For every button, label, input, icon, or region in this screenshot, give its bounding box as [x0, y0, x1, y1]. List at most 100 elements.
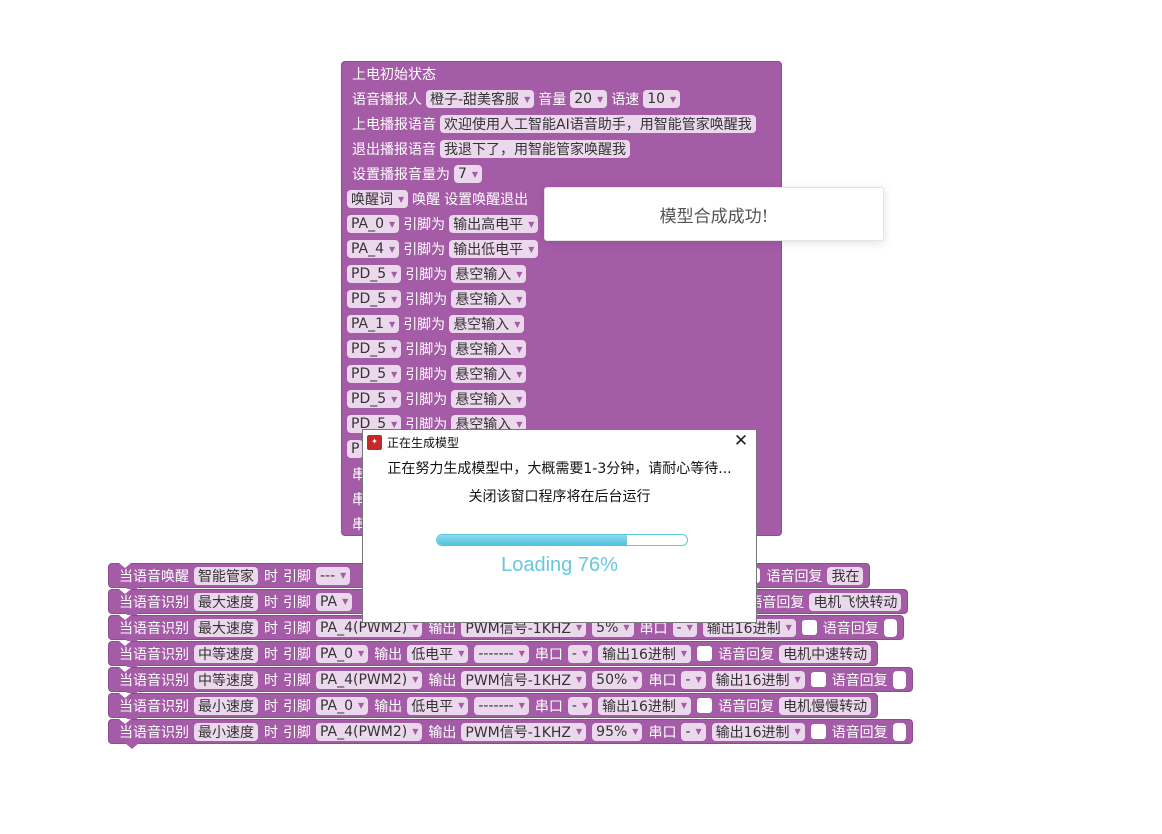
- wake-word-field[interactable]: 中等速度: [194, 670, 258, 689]
- reply-checkbox[interactable]: [810, 724, 826, 739]
- reply-text-field[interactable]: 电机飞快转动: [809, 592, 902, 611]
- serial-dropdown[interactable]: - ▼: [681, 722, 706, 741]
- pin-state-dropdown[interactable]: 输出低电平 ▼: [449, 240, 539, 258]
- wake-word-value: 唤醒词: [351, 192, 393, 208]
- caret-down-icon: ▼: [680, 701, 688, 710]
- event-strip[interactable]: 当语音识别 中等速度时引脚 PA_4(PWM2) ▼ 输出 PWM信号-1KHZ ▼ 50% ▼…: [108, 667, 913, 697]
- pin-dropdown[interactable]: PD_5 ▼: [347, 265, 402, 283]
- pin-dropdown-value: PA_0: [351, 216, 385, 232]
- reply-checkbox[interactable]: [810, 672, 826, 687]
- param-dropdown-value: 95%: [596, 723, 628, 740]
- caret-down-icon: ▼: [695, 675, 702, 684]
- power-on-text-field[interactable]: 欢迎使用人工智能AI语音助手，用智能管家唤醒我: [440, 115, 756, 133]
- caret-down-icon: ▼: [389, 244, 396, 254]
- reply-checkbox[interactable]: [801, 620, 817, 635]
- mode-dropdown[interactable]: PWM信号-1KHZ ▼: [461, 722, 587, 741]
- pin-dropdown[interactable]: PA_0 ▼: [347, 215, 400, 233]
- param-dropdown[interactable]: 95% ▼: [592, 722, 643, 741]
- param-dropdown[interactable]: 50% ▼: [592, 670, 643, 689]
- caret-down-icon: ▼: [412, 727, 419, 736]
- pin-dropdown[interactable]: PA_4(PWM2) ▼: [316, 670, 423, 689]
- mode-dropdown[interactable]: 低电平 ▼: [407, 696, 469, 715]
- reply-text-field[interactable]: [892, 670, 906, 689]
- set-volume-label: 设置播报音量为: [352, 167, 450, 183]
- caret-down-icon: ▼: [412, 675, 419, 684]
- caret-down-icon: ▼: [528, 244, 535, 254]
- format-dropdown[interactable]: 输出16进制 ▼: [711, 722, 805, 741]
- reply-label: 语音回复: [831, 724, 888, 741]
- serial-dropdown[interactable]: - ▼: [567, 696, 593, 715]
- exit-text-field[interactable]: 我退下了，用智能管家唤醒我: [440, 140, 630, 158]
- voice-value: 橙子-甜美客服: [430, 92, 520, 108]
- serial-label: 串口: [534, 646, 563, 663]
- serial-label: 串口: [534, 698, 563, 715]
- serial-dropdown[interactable]: - ▼: [681, 670, 706, 689]
- caret-down-icon: ▼: [695, 727, 702, 736]
- reply-checkbox[interactable]: [697, 646, 713, 661]
- pin-state-dropdown[interactable]: 悬空输入 ▼: [451, 340, 527, 358]
- output-label: 输出: [374, 646, 403, 663]
- format-dropdown[interactable]: 输出16进制 ▼: [598, 696, 692, 715]
- wake-word-field[interactable]: 最小速度: [194, 696, 258, 715]
- wake-word-field[interactable]: 最大速度: [194, 618, 258, 637]
- pin-state-dropdown[interactable]: 输出高电平 ▼: [449, 215, 539, 233]
- pin-state-dropdown[interactable]: 悬空输入 ▼: [451, 265, 527, 283]
- pin-dropdown[interactable]: PD_5 ▼: [347, 340, 402, 358]
- set-volume-dropdown[interactable]: 7 ▼: [454, 165, 483, 183]
- format-dropdown[interactable]: 输出16进制 ▼: [711, 670, 805, 689]
- wake-word-field[interactable]: 智能管家: [194, 566, 258, 585]
- init-title: 上电初始状态: [352, 67, 436, 83]
- reply-text-field[interactable]: 我在: [827, 566, 864, 585]
- reply-checkbox[interactable]: [697, 698, 713, 713]
- wake-word-field[interactable]: 最大速度: [194, 592, 258, 611]
- caret-down-icon: ▼: [514, 319, 521, 329]
- reply-text-field[interactable]: [883, 618, 897, 637]
- pin-row: PD_5 ▼ 引脚为 悬空输入 ▼: [347, 288, 530, 310]
- pin-dropdown[interactable]: PA_0 ▼: [316, 696, 369, 715]
- pin-label: 引脚为: [403, 217, 446, 233]
- wake-word-dropdown[interactable]: 唤醒词 ▼: [347, 190, 409, 208]
- pin-dropdown[interactable]: PD_5 ▼: [347, 290, 402, 308]
- wake-word-field[interactable]: 中等速度: [194, 644, 258, 663]
- mode-dropdown[interactable]: 低电平 ▼: [407, 644, 469, 663]
- volume-dropdown[interactable]: 20 ▼: [570, 90, 608, 108]
- pin-state-dropdown[interactable]: 悬空输入 ▼: [451, 390, 527, 408]
- event-strip[interactable]: 当语音识别 中等速度时引脚 PA_0 ▼ 输出 低电平 ▼ ------- ▼ 串口 - ▼ 输出16进…: [108, 641, 879, 671]
- event-strip[interactable]: 当语音识别 最小速度时引脚 PA_0 ▼ 输出 低电平 ▼ ------- ▼ 串口 - ▼ 输出16进…: [108, 693, 879, 723]
- event-strip[interactable]: 当语音识别 最小速度时引脚 PA_4(PWM2) ▼ 输出 PWM信号-1KHZ ▼ 95% ▼…: [108, 719, 913, 749]
- progress-bar: [436, 534, 688, 546]
- event-head: 当语音识别: [119, 594, 189, 611]
- reply-label: 语音回复: [718, 646, 775, 663]
- pin-dropdown-value: PD_5: [351, 366, 387, 382]
- pin-label: 引脚为: [403, 317, 446, 333]
- reply-text-field[interactable]: [892, 722, 906, 741]
- pin-dropdown[interactable]: PA_4(PWM2) ▼: [316, 722, 423, 741]
- wake-word-field[interactable]: 最小速度: [194, 722, 258, 741]
- pin-dropdown[interactable]: PA_4 ▼: [347, 240, 400, 258]
- pin-row: PA_4 ▼ 引脚为 输出低电平 ▼: [347, 238, 542, 260]
- caret-down-icon: ▼: [458, 701, 465, 710]
- pin-state-dropdown[interactable]: 悬空输入 ▼: [451, 365, 527, 383]
- pin-label: 引脚: [283, 594, 311, 611]
- pin-state-dropdown[interactable]: 悬空输入 ▼: [451, 290, 527, 308]
- pin-dropdown[interactable]: PD_5 ▼: [347, 365, 402, 383]
- pin-state-dropdown[interactable]: 悬空输入 ▼: [449, 315, 525, 333]
- pin-dropdown[interactable]: --- ▼: [316, 566, 351, 585]
- reply-text-field[interactable]: 电机中速转动: [779, 644, 872, 663]
- voice-dropdown[interactable]: 橙子-甜美客服 ▼: [426, 90, 535, 108]
- set-volume-row: 设置播报音量为 7 ▼: [352, 163, 486, 185]
- pin-dropdown[interactable]: PD_5 ▼: [347, 390, 402, 408]
- close-icon[interactable]: ✕: [732, 431, 750, 451]
- pin-dropdown[interactable]: PA_0 ▼: [316, 644, 369, 663]
- format-dropdown[interactable]: 输出16进制 ▼: [598, 644, 692, 663]
- caret-down-icon: ▼: [389, 219, 396, 229]
- pin-dropdown[interactable]: PA_1 ▼: [347, 315, 400, 333]
- param-dropdown[interactable]: ------- ▼: [474, 644, 529, 663]
- pin-dropdown[interactable]: PA ▼: [316, 592, 353, 611]
- reply-text-field[interactable]: 电机慢慢转动: [779, 696, 872, 715]
- param-dropdown[interactable]: ------- ▼: [474, 696, 529, 715]
- serial-dropdown[interactable]: - ▼: [567, 644, 593, 663]
- speed-dropdown[interactable]: 10 ▼: [643, 90, 681, 108]
- mode-dropdown[interactable]: PWM信号-1KHZ ▼: [461, 670, 587, 689]
- pin-state-dropdown-value: 输出低电平: [453, 242, 524, 258]
